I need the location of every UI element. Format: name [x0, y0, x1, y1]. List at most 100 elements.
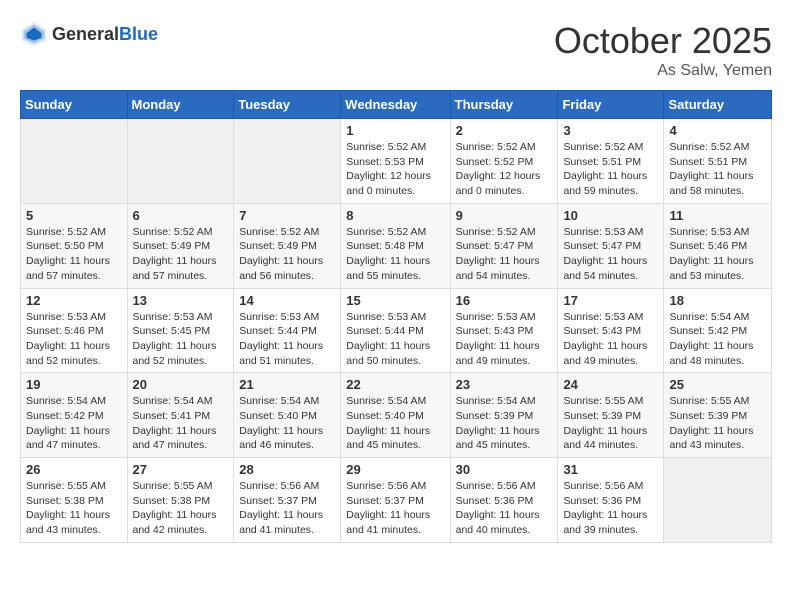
day-number: 19	[26, 377, 122, 392]
day-number: 11	[669, 208, 766, 223]
day-info: Sunrise: 5:54 AM Sunset: 5:40 PM Dayligh…	[239, 394, 335, 453]
day-info: Sunrise: 5:52 AM Sunset: 5:48 PM Dayligh…	[346, 225, 444, 284]
day-number: 26	[26, 462, 122, 477]
day-number: 27	[133, 462, 229, 477]
day-info: Sunrise: 5:52 AM Sunset: 5:49 PM Dayligh…	[239, 225, 335, 284]
calendar-cell: 23 Sunrise: 5:54 AM Sunset: 5:39 PM Dayli…	[450, 373, 558, 458]
day-number: 20	[133, 377, 229, 392]
day-number: 25	[669, 377, 766, 392]
calendar-table: SundayMondayTuesdayWednesdayThursdayFrid…	[20, 90, 772, 543]
day-info: Sunrise: 5:53 AM Sunset: 5:44 PM Dayligh…	[239, 310, 335, 369]
calendar-cell: 3Sunrise: 5:52 AM Sunset: 5:51 PM Daylig…	[558, 119, 664, 204]
logo-text: GeneralBlue	[52, 24, 158, 45]
calendar-cell: 24Sunrise: 5:55 AM Sunset: 5:39 PM Dayli…	[558, 373, 664, 458]
day-info: Sunrise: 5:54 AM Sunset: 5:42 PM Dayligh…	[669, 310, 766, 369]
day-number: 23	[456, 377, 553, 392]
day-number: 12	[26, 293, 122, 308]
day-info: Sunrise: 5:56 AM Sunset: 5:37 PM Dayligh…	[346, 479, 444, 538]
calendar-cell	[664, 458, 772, 543]
calendar-cell: 22 Sunrise: 5:54 AM Sunset: 5:40 PM Dayli…	[341, 373, 450, 458]
day-number: 5	[26, 208, 122, 223]
day-number: 1	[346, 123, 444, 138]
day-info: Sunrise: 5:52 AM Sunset: 5:51 PM Dayligh…	[669, 140, 766, 199]
day-info: Sunrise: 5:54 AM Sunset: 5:41 PM Dayligh…	[133, 394, 229, 453]
day-info: Sunrise: 5:53 AM Sunset: 5:43 PM Dayligh…	[563, 310, 658, 369]
week-row-5: 26 Sunrise: 5:55 AM Sunset: 5:38 PM Dayli…	[21, 458, 772, 543]
day-number: 21	[239, 377, 335, 392]
weekday-header-row: SundayMondayTuesdayWednesdayThursdayFrid…	[21, 91, 772, 119]
day-info: Sunrise: 5:54 AM Sunset: 5:39 PM Dayligh…	[456, 394, 553, 453]
calendar-cell: 21 Sunrise: 5:54 AM Sunset: 5:40 PM Dayli…	[234, 373, 341, 458]
day-info: Sunrise: 5:56 AM Sunset: 5:37 PM Dayligh…	[239, 479, 335, 538]
day-info: Sunrise: 5:53 AM Sunset: 5:44 PM Dayligh…	[346, 310, 444, 369]
day-info: Sunrise: 5:53 AM Sunset: 5:45 PM Dayligh…	[133, 310, 229, 369]
day-number: 10	[563, 208, 658, 223]
weekday-header-sunday: Sunday	[21, 91, 128, 119]
page-header: GeneralBlue October 2025 As Salw, Yemen	[20, 20, 772, 80]
weekday-header-friday: Friday	[558, 91, 664, 119]
calendar-cell: 20 Sunrise: 5:54 AM Sunset: 5:41 PM Dayli…	[127, 373, 234, 458]
calendar-cell: 12 Sunrise: 5:53 AM Sunset: 5:46 PM Dayli…	[21, 288, 128, 373]
day-info: Sunrise: 5:52 AM Sunset: 5:53 PM Dayligh…	[346, 140, 444, 199]
day-number: 17	[563, 293, 658, 308]
day-info: Sunrise: 5:56 AM Sunset: 5:36 PM Dayligh…	[563, 479, 658, 538]
logo-icon	[20, 20, 48, 48]
day-number: 14	[239, 293, 335, 308]
weekday-header-monday: Monday	[127, 91, 234, 119]
calendar-cell	[234, 119, 341, 204]
day-number: 8	[346, 208, 444, 223]
calendar-cell: 29Sunrise: 5:56 AM Sunset: 5:37 PM Dayli…	[341, 458, 450, 543]
month-title: October 2025	[554, 20, 772, 62]
day-number: 7	[239, 208, 335, 223]
title-area: October 2025 As Salw, Yemen	[554, 20, 772, 80]
day-info: Sunrise: 5:54 AM Sunset: 5:42 PM Dayligh…	[26, 394, 122, 453]
location-title: As Salw, Yemen	[554, 62, 772, 80]
calendar-cell: 31Sunrise: 5:56 AM Sunset: 5:36 PM Dayli…	[558, 458, 664, 543]
day-info: Sunrise: 5:53 AM Sunset: 5:46 PM Dayligh…	[26, 310, 122, 369]
week-row-1: 1 Sunrise: 5:52 AM Sunset: 5:53 PM Daylig…	[21, 119, 772, 204]
calendar-cell: 17 Sunrise: 5:53 AM Sunset: 5:43 PM Dayli…	[558, 288, 664, 373]
day-number: 18	[669, 293, 766, 308]
day-info: Sunrise: 5:53 AM Sunset: 5:43 PM Dayligh…	[456, 310, 553, 369]
week-row-4: 19 Sunrise: 5:54 AM Sunset: 5:42 PM Dayli…	[21, 373, 772, 458]
day-number: 3	[563, 123, 658, 138]
weekday-header-saturday: Saturday	[664, 91, 772, 119]
calendar-cell: 28 Sunrise: 5:56 AM Sunset: 5:37 PM Dayli…	[234, 458, 341, 543]
calendar-cell: 15Sunrise: 5:53 AM Sunset: 5:44 PM Dayli…	[341, 288, 450, 373]
calendar-cell: 2Sunrise: 5:52 AM Sunset: 5:52 PM Daylig…	[450, 119, 558, 204]
calendar-cell: 1 Sunrise: 5:52 AM Sunset: 5:53 PM Daylig…	[341, 119, 450, 204]
day-info: Sunrise: 5:56 AM Sunset: 5:36 PM Dayligh…	[456, 479, 553, 538]
calendar-cell	[21, 119, 128, 204]
calendar-cell: 8 Sunrise: 5:52 AM Sunset: 5:48 PM Daylig…	[341, 203, 450, 288]
day-number: 28	[239, 462, 335, 477]
day-number: 16	[456, 293, 553, 308]
day-number: 24	[563, 377, 658, 392]
day-number: 4	[669, 123, 766, 138]
calendar-cell: 16 Sunrise: 5:53 AM Sunset: 5:43 PM Dayli…	[450, 288, 558, 373]
day-info: Sunrise: 5:55 AM Sunset: 5:38 PM Dayligh…	[133, 479, 229, 538]
day-info: Sunrise: 5:52 AM Sunset: 5:49 PM Dayligh…	[133, 225, 229, 284]
day-number: 6	[133, 208, 229, 223]
day-info: Sunrise: 5:52 AM Sunset: 5:47 PM Dayligh…	[456, 225, 553, 284]
day-number: 30	[456, 462, 553, 477]
calendar-cell: 10 Sunrise: 5:53 AM Sunset: 5:47 PM Dayli…	[558, 203, 664, 288]
weekday-header-wednesday: Wednesday	[341, 91, 450, 119]
day-info: Sunrise: 5:53 AM Sunset: 5:47 PM Dayligh…	[563, 225, 658, 284]
day-info: Sunrise: 5:55 AM Sunset: 5:39 PM Dayligh…	[669, 394, 766, 453]
calendar-cell: 5Sunrise: 5:52 AM Sunset: 5:50 PM Daylig…	[21, 203, 128, 288]
week-row-2: 5Sunrise: 5:52 AM Sunset: 5:50 PM Daylig…	[21, 203, 772, 288]
calendar-cell: 27 Sunrise: 5:55 AM Sunset: 5:38 PM Dayli…	[127, 458, 234, 543]
logo: GeneralBlue	[20, 20, 158, 48]
weekday-header-tuesday: Tuesday	[234, 91, 341, 119]
calendar-cell: 13Sunrise: 5:53 AM Sunset: 5:45 PM Dayli…	[127, 288, 234, 373]
calendar-cell: 7 Sunrise: 5:52 AM Sunset: 5:49 PM Daylig…	[234, 203, 341, 288]
calendar-cell: 30 Sunrise: 5:56 AM Sunset: 5:36 PM Dayli…	[450, 458, 558, 543]
day-info: Sunrise: 5:53 AM Sunset: 5:46 PM Dayligh…	[669, 225, 766, 284]
day-number: 22	[346, 377, 444, 392]
day-info: Sunrise: 5:55 AM Sunset: 5:38 PM Dayligh…	[26, 479, 122, 538]
day-info: Sunrise: 5:54 AM Sunset: 5:40 PM Dayligh…	[346, 394, 444, 453]
day-number: 9	[456, 208, 553, 223]
calendar-cell: 14 Sunrise: 5:53 AM Sunset: 5:44 PM Dayli…	[234, 288, 341, 373]
calendar-cell: 11 Sunrise: 5:53 AM Sunset: 5:46 PM Dayli…	[664, 203, 772, 288]
week-row-3: 12 Sunrise: 5:53 AM Sunset: 5:46 PM Dayli…	[21, 288, 772, 373]
